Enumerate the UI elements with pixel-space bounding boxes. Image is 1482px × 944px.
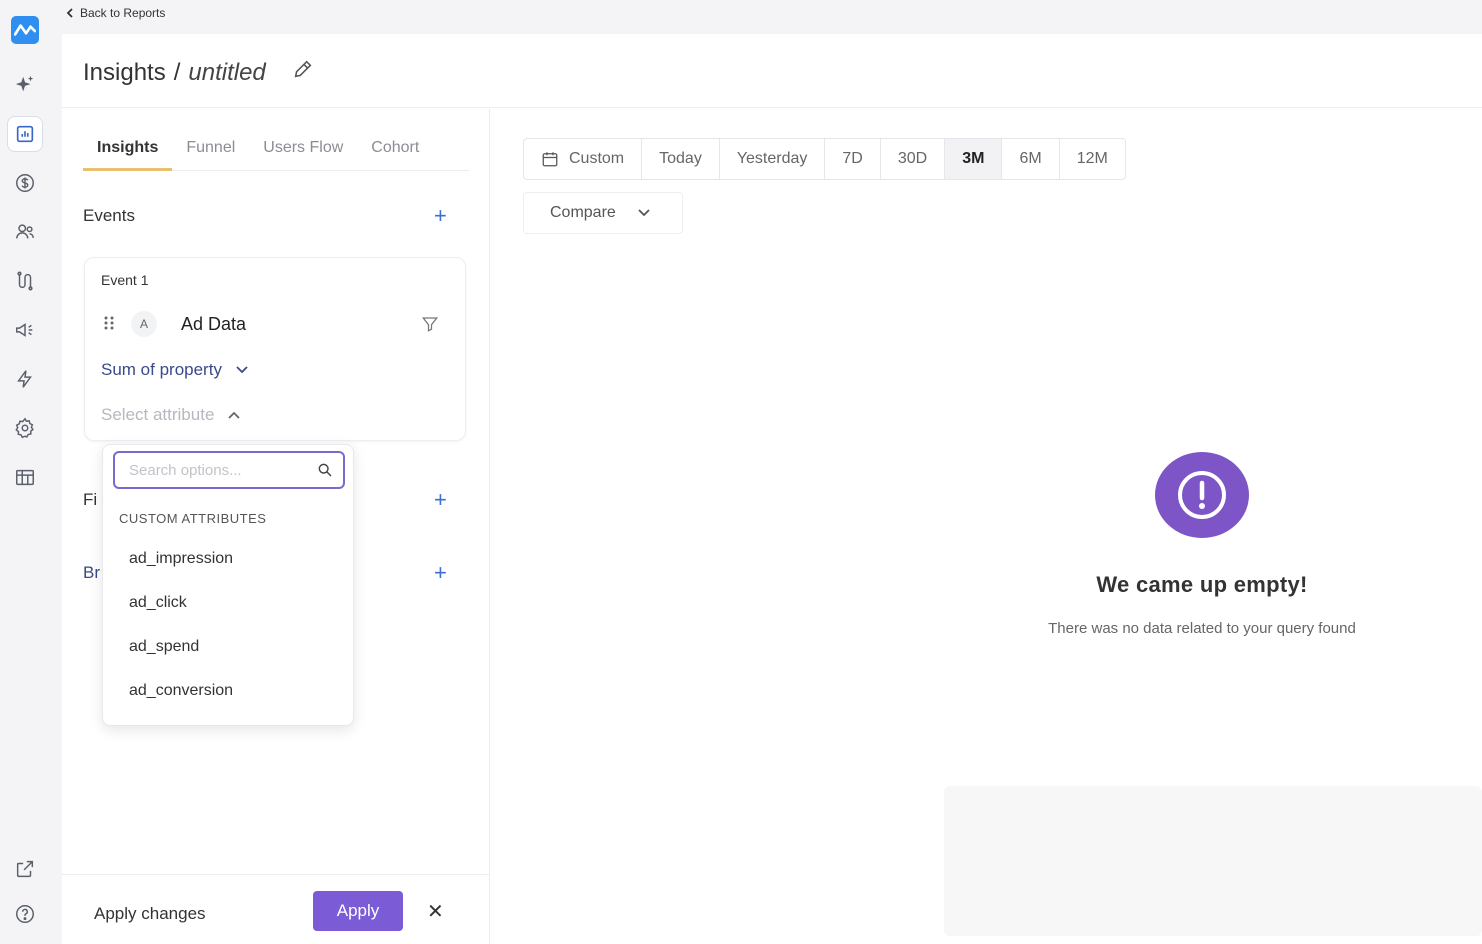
event-letter-badge: A: [131, 311, 157, 337]
add-breakdown-icon[interactable]: +: [434, 562, 447, 584]
date-3m-button[interactable]: 3M: [945, 139, 1003, 179]
title-separator: /: [173, 58, 181, 86]
apply-button[interactable]: Apply: [313, 891, 403, 931]
tab-insights[interactable]: Insights: [83, 135, 173, 171]
settings-icon[interactable]: [7, 410, 43, 446]
event-label: Event 1: [101, 272, 149, 288]
search-field[interactable]: [113, 451, 345, 489]
tab-users-flow[interactable]: Users Flow: [249, 135, 357, 171]
filters-section-label: Fi: [83, 490, 98, 509]
chevron-down-icon: [638, 209, 650, 217]
search-icon: [317, 462, 333, 483]
event-name[interactable]: Ad Data: [181, 314, 246, 335]
report-tabs: Insights Funnel Users Flow Cohort: [83, 135, 469, 171]
option-ad-conversion[interactable]: ad_conversion: [103, 669, 353, 713]
date-custom-button[interactable]: Custom: [524, 139, 643, 179]
back-link-label: Back to Reports: [80, 6, 166, 20]
tab-funnel[interactable]: Funnel: [172, 135, 249, 171]
option-list: ad_impression ad_click ad_spend ad_conve…: [103, 537, 353, 713]
calendar-icon: [542, 152, 558, 167]
drag-handle-icon[interactable]: [103, 316, 115, 335]
apply-changes-label: Apply changes: [94, 904, 206, 923]
date-custom-label: Custom: [569, 150, 625, 167]
main-panel: Insights / untitled Insights Funnel User…: [62, 34, 1482, 944]
close-icon[interactable]: ✕: [427, 899, 444, 924]
option-ad-click[interactable]: ad_click: [103, 581, 353, 625]
date-6m-button[interactable]: 6M: [1002, 139, 1060, 179]
page-title: Insights / untitled: [83, 58, 314, 87]
dropdown-group-header: CUSTOM ATTRIBUTES: [119, 511, 267, 526]
date-7d-button[interactable]: 7D: [825, 139, 881, 179]
breakdown-section-label: Br: [83, 563, 100, 582]
chevron-down-icon: [236, 366, 248, 374]
option-ad-impression[interactable]: ad_impression: [103, 537, 353, 581]
revenue-icon[interactable]: [7, 165, 43, 201]
tab-cohort[interactable]: Cohort: [357, 135, 433, 171]
external-link-icon[interactable]: [7, 851, 43, 887]
empty-heading: We came up empty!: [1096, 572, 1308, 597]
add-filter-icon[interactable]: +: [434, 489, 447, 511]
apply-bar: Apply changes Apply ✕: [62, 874, 490, 944]
compare-dropdown[interactable]: Compare: [523, 192, 683, 234]
date-12m-button[interactable]: 12M: [1060, 139, 1125, 179]
attribute-placeholder: Select attribute: [101, 405, 215, 424]
app-logo-icon[interactable]: [11, 16, 39, 44]
attribute-select[interactable]: Select attribute: [101, 405, 241, 425]
search-input[interactable]: [129, 461, 309, 479]
filter-icon[interactable]: [421, 315, 439, 338]
date-today-button[interactable]: Today: [642, 139, 720, 179]
empty-state: We came up empty! There was no data rela…: [962, 452, 1442, 637]
chevron-left-icon: [66, 8, 73, 18]
sparkle-icon[interactable]: [7, 67, 43, 103]
megaphone-icon[interactable]: [7, 312, 43, 348]
flow-icon[interactable]: [7, 263, 43, 299]
date-yesterday-button[interactable]: Yesterday: [720, 139, 826, 179]
events-section-label: Events: [83, 206, 135, 225]
query-builder: Insights Funnel Users Flow Cohort Events…: [62, 109, 490, 944]
table-icon[interactable]: [7, 459, 43, 495]
nav-rail: [0, 0, 50, 944]
title-main: Insights: [83, 58, 166, 86]
video-overlay: [944, 786, 1482, 936]
report-name[interactable]: untitled: [188, 59, 265, 87]
compare-label: Compare: [550, 204, 616, 221]
aggregation-label: Sum of property: [101, 360, 222, 379]
event-card: Event 1 A Ad Data Sum of property Select…: [84, 257, 466, 441]
option-ad-spend[interactable]: ad_spend: [103, 625, 353, 669]
users-icon[interactable]: [7, 214, 43, 250]
date-range-selector: Custom Today Yesterday 7D 30D 3M 6M 12M: [523, 138, 1126, 180]
empty-message: There was no data related to your query …: [1048, 620, 1356, 637]
back-to-reports-link[interactable]: Back to Reports: [66, 6, 165, 20]
aggregation-select[interactable]: Sum of property: [101, 360, 248, 380]
alert-icon: [1155, 452, 1249, 538]
date-30d-button[interactable]: 30D: [881, 139, 946, 179]
help-icon[interactable]: [7, 896, 43, 932]
chevron-up-icon: [228, 411, 241, 419]
report-icon[interactable]: [7, 116, 43, 152]
report-header: Insights / untitled: [62, 34, 1482, 108]
edit-pencil-icon[interactable]: [292, 58, 314, 87]
bolt-icon[interactable]: [7, 361, 43, 397]
attribute-dropdown: CUSTOM ATTRIBUTES ad_impression ad_click…: [102, 444, 354, 726]
add-event-icon[interactable]: +: [434, 205, 447, 227]
